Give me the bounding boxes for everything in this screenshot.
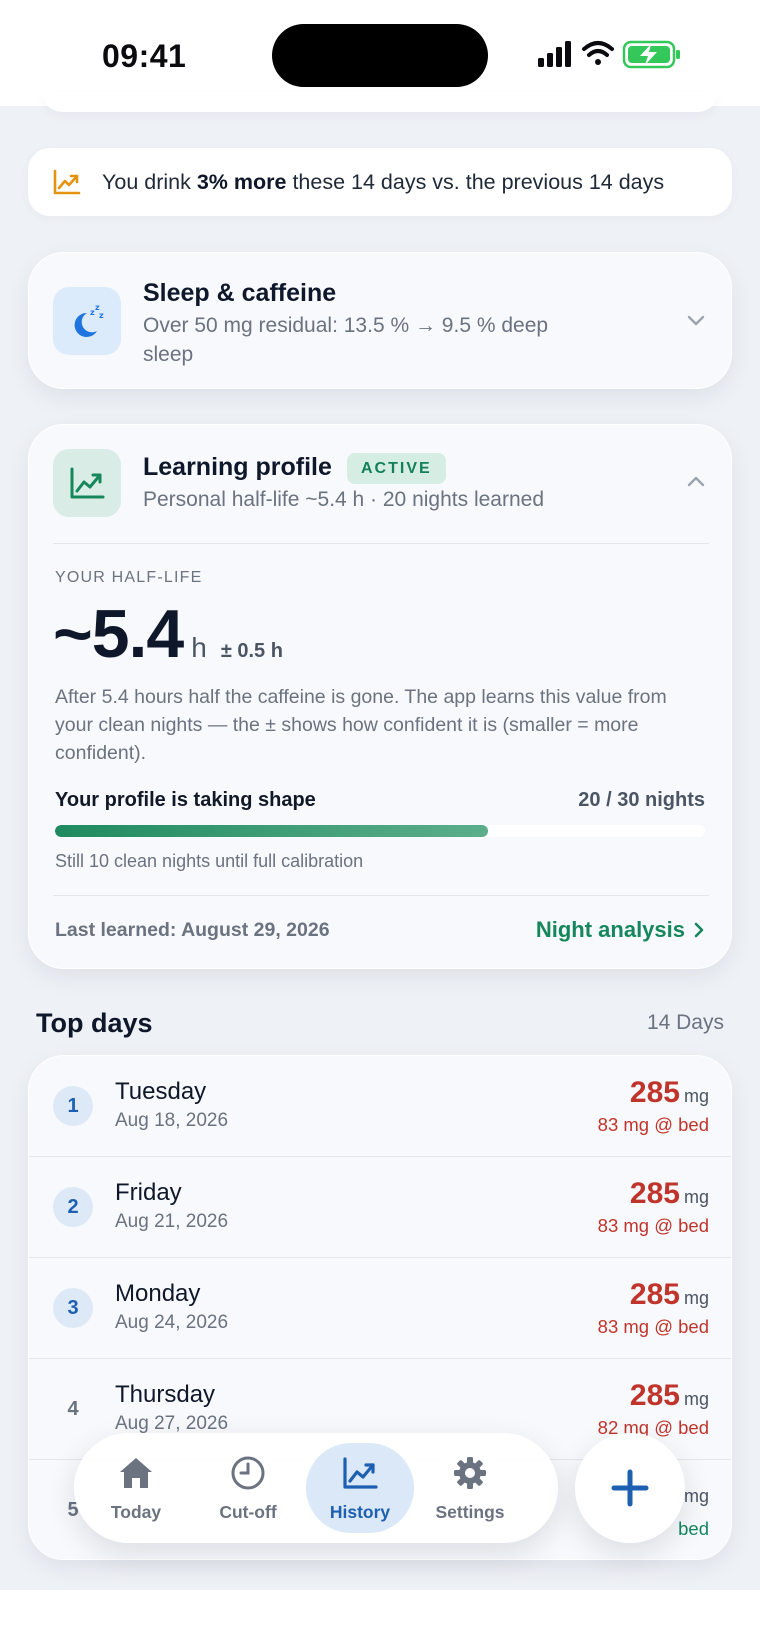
half-life-description: After 5.4 hours half the caffeine is gon…: [55, 686, 667, 764]
top-day-row[interactable]: 1 Tuesday Aug 18, 2026 285 mg 83 mg @ bed: [29, 1056, 731, 1157]
at-bed-amount: bed: [678, 1518, 709, 1539]
day-date: Aug 18, 2026: [115, 1110, 229, 1131]
system-status-icons: [538, 40, 680, 69]
learning-card-title: Learning profile: [143, 453, 332, 481]
tab-cut-off[interactable]: Cut-off: [194, 1443, 302, 1533]
top-day-row[interactable]: 2 Friday Aug 21, 2026 285 mg 83 mg @ bed: [29, 1157, 731, 1258]
at-bed-amount: 83 mg @ bed: [597, 1316, 709, 1337]
chart-icon: [341, 1455, 379, 1496]
progress-track: [55, 825, 705, 837]
rank-badge: 4: [67, 1397, 79, 1420]
amount-unit: mg: [683, 1486, 709, 1506]
tab-label: Today: [110, 1502, 162, 1522]
night-analysis-link[interactable]: Night analysis: [536, 917, 705, 943]
day-date: Aug 27, 2026: [115, 1413, 229, 1434]
day-name: Tuesday: [115, 1078, 207, 1105]
last-learned-date: Last learned: August 29, 2026: [55, 919, 330, 941]
moon-sleep-icon: z z z: [74, 303, 104, 337]
rank-badge: 2: [53, 1187, 93, 1227]
half-life-value-group: ~5.4 h ± 0.5 h: [53, 595, 283, 673]
day-name: Friday: [115, 1179, 182, 1206]
battery-charging-icon: [622, 40, 680, 69]
day-amount: 285 mg: [630, 1076, 709, 1110]
consumption-trend-banner: You drink 3% more these 14 days vs. the …: [28, 148, 732, 216]
progress-label: Your profile is taking shape: [55, 789, 316, 811]
tab-label: History: [329, 1502, 391, 1522]
dynamic-island: [272, 24, 488, 87]
wifi-icon: [582, 41, 614, 65]
tab-settings[interactable]: Settings: [416, 1443, 524, 1533]
day-name: Thursday: [115, 1381, 216, 1408]
sleep-card-subtitle: Over 50 mg residual: 13.5 % → 9.5 % deep…: [143, 314, 549, 366]
progress-fill: [55, 825, 489, 837]
day-amount: 285 mg: [630, 1278, 709, 1312]
day-amount: 285 mg: [630, 1177, 709, 1211]
day-name: Monday: [115, 1280, 201, 1307]
tab-label: Cut-off: [219, 1502, 277, 1522]
tab-bar: Today Cut-off History Settings: [74, 1433, 558, 1543]
svg-text:z: z: [99, 311, 104, 320]
progress-note: Still 10 clean nights until full calibra…: [55, 851, 364, 871]
status-bar: 09:41: [0, 0, 760, 106]
gear-icon: [452, 1455, 488, 1496]
rank-badge: 3: [53, 1288, 93, 1328]
top-day-row[interactable]: 3 Monday Aug 24, 2026 285 mg 83 mg @ bed: [29, 1258, 731, 1359]
sleep-icon-tile: z z z: [53, 287, 121, 355]
learning-profile-card: Learning profile ACTIVE Personal half-li…: [28, 424, 732, 969]
previous-card-edge: [42, 92, 718, 112]
amount-value: 285: [629, 1076, 680, 1109]
amount-unit: mg: [683, 1389, 709, 1409]
half-life-unit: h: [191, 632, 207, 663]
divider: [53, 895, 709, 896]
amount-value: 285: [629, 1278, 680, 1311]
trend-up-icon: [53, 169, 81, 195]
half-life-uncertainty: ± 0.5 h: [220, 640, 283, 662]
clock-icon: [230, 1455, 266, 1496]
amount-unit: mg: [683, 1288, 709, 1308]
learning-card-subtitle: Personal half-life ~5.4 h · 20 nights le…: [143, 488, 544, 511]
cellular-signal-icon: [538, 41, 571, 67]
amount-unit: mg: [683, 1187, 709, 1207]
top-days-title: Top days: [36, 1008, 153, 1038]
app-screen: 09:41 You drink 3% more these 14 days vs…: [0, 0, 760, 1590]
at-bed-amount: 83 mg @ bed: [597, 1114, 709, 1135]
chevron-up-icon[interactable]: [685, 471, 707, 493]
amount-value: 285: [629, 1177, 680, 1210]
trend-text: You drink 3% more these 14 days vs. the …: [102, 169, 665, 194]
amount-unit: mg: [683, 1086, 709, 1106]
top-days-range[interactable]: 14 Days: [647, 1011, 724, 1035]
chart-trend-icon: [70, 467, 105, 499]
tab-today[interactable]: Today: [82, 1443, 190, 1533]
day-date: Aug 24, 2026: [115, 1312, 229, 1333]
sleep-caffeine-card[interactable]: z z z Sleep & caffeine Over 50 mg residu…: [28, 252, 732, 389]
chevron-right-icon: [694, 922, 704, 938]
night-analysis-label: Night analysis: [535, 917, 685, 942]
day-amount: 285 mg: [630, 1379, 709, 1413]
amount-value: 285: [629, 1379, 680, 1412]
sleep-card-title: Sleep & caffeine: [143, 279, 337, 307]
half-life-value: ~5.4: [53, 596, 184, 672]
tab-label: Settings: [435, 1502, 505, 1522]
rank-badge: 1: [53, 1086, 93, 1126]
tab-history[interactable]: History: [306, 1443, 414, 1533]
at-bed-amount: 83 mg @ bed: [597, 1215, 709, 1236]
learning-icon-tile: [53, 449, 121, 517]
add-button[interactable]: [575, 1433, 685, 1543]
status-badge: ACTIVE: [347, 453, 446, 484]
home-indicator-area: [0, 1590, 760, 1651]
half-life-eyebrow: YOUR HALF-LIFE: [55, 569, 203, 586]
day-date: Aug 21, 2026: [115, 1211, 229, 1232]
status-time: 09:41: [102, 38, 187, 74]
divider: [53, 543, 709, 544]
home-icon: [117, 1455, 155, 1496]
chevron-down-icon[interactable]: [685, 309, 707, 331]
plus-icon: [611, 1469, 649, 1507]
progress-count: 20 / 30 nights: [578, 789, 705, 811]
